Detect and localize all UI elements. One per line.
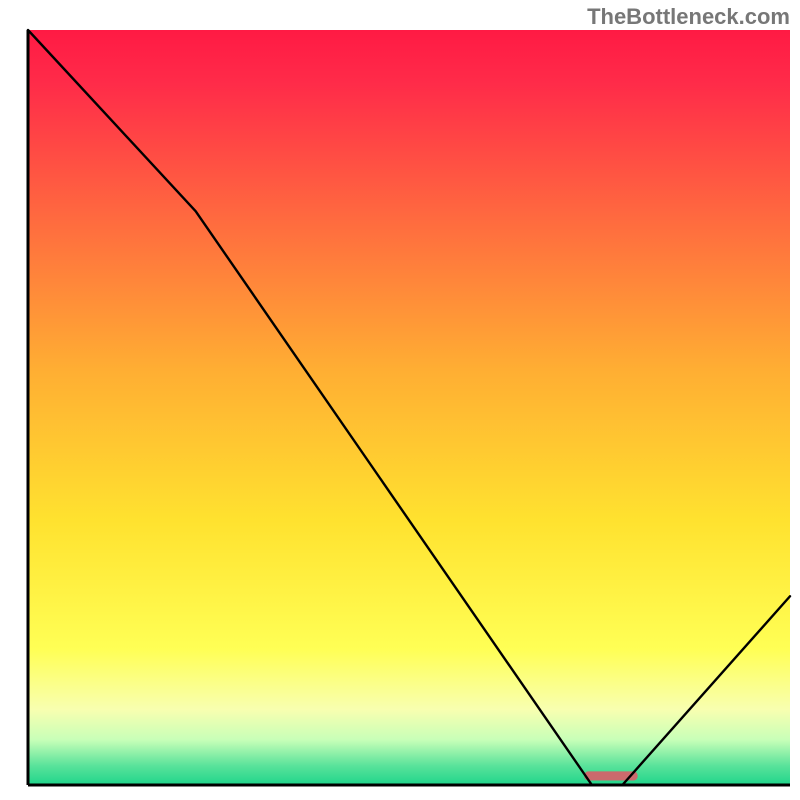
watermark-text: TheBottleneck.com	[587, 4, 790, 30]
bottleneck-chart	[0, 0, 800, 800]
chart-container: TheBottleneck.com	[0, 0, 800, 800]
plot-background	[28, 30, 790, 785]
